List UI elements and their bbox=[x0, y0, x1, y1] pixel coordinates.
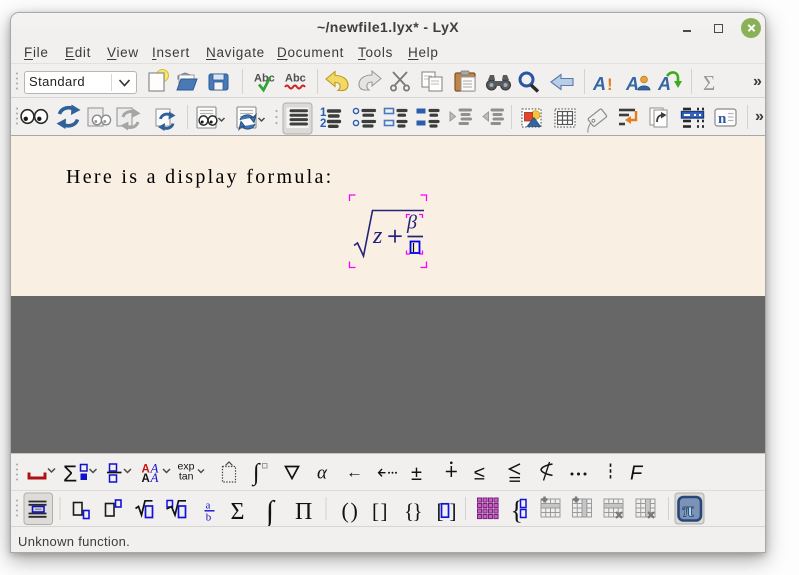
svg-text:]: ] bbox=[450, 499, 457, 523]
svg-text:β: β bbox=[406, 212, 417, 234]
svg-text:(: ( bbox=[342, 498, 349, 523]
svg-text:[: [ bbox=[372, 499, 379, 523]
svg-text:Σ: Σ bbox=[63, 461, 77, 487]
svg-text:A: A bbox=[625, 74, 639, 94]
svg-text:α: α bbox=[317, 463, 328, 484]
svg-text:Σ: Σ bbox=[231, 499, 245, 525]
svg-text:A: A bbox=[142, 473, 150, 485]
svg-text:}: } bbox=[413, 499, 423, 523]
svg-text:n: n bbox=[718, 111, 727, 127]
svg-text:Abc: Abc bbox=[254, 73, 275, 85]
svg-text:z: z bbox=[372, 223, 383, 249]
svg-text:b: b bbox=[206, 512, 212, 524]
svg-text:Σ: Σ bbox=[703, 71, 715, 95]
svg-text:): ) bbox=[351, 498, 358, 523]
svg-text:a: a bbox=[206, 500, 211, 512]
svg-text:»: » bbox=[755, 108, 764, 125]
svg-text:2: 2 bbox=[320, 118, 326, 130]
svg-text:Π: Π bbox=[295, 499, 312, 525]
svg-text:]: ] bbox=[381, 499, 388, 523]
svg-text:Abc: Abc bbox=[285, 73, 306, 85]
svg-text:≤: ≤ bbox=[474, 463, 485, 485]
svg-text:F: F bbox=[630, 463, 644, 485]
svg-text:A: A bbox=[150, 470, 159, 485]
svg-text:±: ± bbox=[411, 463, 422, 485]
svg-text:A: A bbox=[657, 74, 671, 94]
svg-text:»: » bbox=[753, 73, 762, 90]
svg-text:←: ← bbox=[346, 463, 363, 482]
svg-text:!: ! bbox=[607, 75, 613, 94]
svg-text:[: [ bbox=[437, 499, 444, 523]
svg-text:π: π bbox=[683, 500, 694, 522]
svg-text:tan: tan bbox=[179, 471, 194, 483]
svg-text:∫: ∫ bbox=[264, 496, 276, 527]
svg-text:A: A bbox=[592, 74, 606, 94]
svg-text:∫: ∫ bbox=[251, 460, 261, 487]
